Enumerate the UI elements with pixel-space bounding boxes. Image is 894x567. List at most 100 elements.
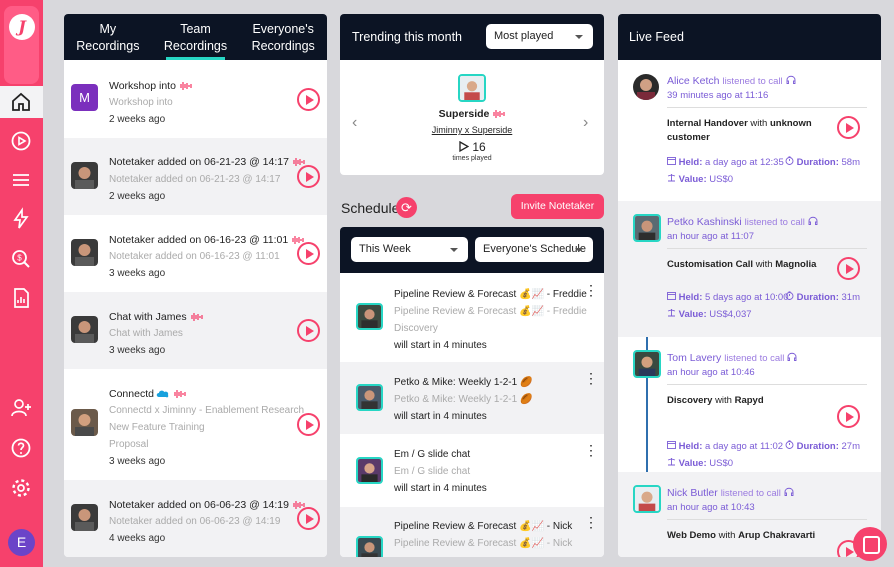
feed-duration: Duration: 58m xyxy=(785,156,860,168)
stopwatch-icon xyxy=(785,440,794,449)
salesforce-cloud-icon xyxy=(156,390,169,398)
invite-notetaker-button[interactable]: Invite Notetaker xyxy=(511,194,604,219)
refresh-icon[interactable]: ⟳ xyxy=(396,197,417,218)
schedule-item-subtitle: Em / G slide chat xyxy=(394,466,471,477)
trending-header: Trending this month Most played xyxy=(340,14,604,60)
recording-avatar xyxy=(71,239,98,266)
more-options-icon[interactable]: ⋮ xyxy=(584,371,598,385)
trending-avatar xyxy=(458,74,486,102)
play-button[interactable] xyxy=(297,507,320,530)
schedule-panel: This Week Everyone's Schedule Pipeline R… xyxy=(340,227,604,557)
recording-subtitle: Proposal xyxy=(109,439,149,450)
sidebar: J $ E xyxy=(0,0,43,567)
feed-duration: Duration: 31m xyxy=(785,291,860,303)
schedule-avatar xyxy=(356,536,383,557)
feed-item[interactable]: Petko Kashinski listened to call an hour… xyxy=(618,201,881,337)
trending-subtitle-link[interactable]: Jiminny x Superside xyxy=(340,125,604,135)
feed-avatar xyxy=(633,214,661,242)
play-button[interactable] xyxy=(837,405,860,428)
recording-item[interactable]: Notetaker added on 06-21-23 @ 14:17 Note… xyxy=(64,138,327,215)
feed-call-title: Discovery with Rapyd xyxy=(667,395,764,406)
gear-icon[interactable] xyxy=(9,476,33,500)
feed-value: Value: US$0 xyxy=(667,173,733,185)
play-button[interactable] xyxy=(297,88,320,111)
headphones-icon xyxy=(787,352,797,361)
feed-item[interactable]: Tom Lavery listened to call an hour ago … xyxy=(618,337,881,472)
feed-item[interactable]: Nick Butler listened to call an hour ago… xyxy=(618,472,881,557)
schedule-header: This Week Everyone's Schedule xyxy=(340,227,604,273)
feed-avatar xyxy=(633,350,661,378)
schedule-scope-select[interactable]: Everyone's Schedule xyxy=(475,237,593,262)
schedule-title: Schedule xyxy=(341,200,400,216)
recording-subtitle: Notetaker added on 06-21-23 @ 14:17 xyxy=(109,174,281,185)
recording-subtitle: New Feature Training xyxy=(109,422,205,433)
home-icon[interactable] xyxy=(9,90,33,114)
trending-filter-select[interactable]: Most played xyxy=(486,24,593,49)
feed-time: 39 minutes ago at 11:16 xyxy=(667,90,769,101)
stopwatch-icon xyxy=(785,291,794,300)
tab-team-recordings[interactable]: Team Recordings xyxy=(152,14,240,60)
play-button[interactable] xyxy=(837,116,860,139)
trending-name: Superside xyxy=(340,108,604,120)
more-options-icon[interactable]: ⋮ xyxy=(584,283,598,297)
play-button[interactable] xyxy=(837,257,860,280)
feed-item[interactable]: Alice Ketch listened to call 39 minutes … xyxy=(618,60,881,201)
recording-item[interactable]: M Workshop into Workshop into 2 weeks ag… xyxy=(64,60,327,138)
chevron-down-icon xyxy=(450,247,458,252)
feed-time: an hour ago at 11:07 xyxy=(667,231,754,242)
schedule-item[interactable]: Pipeline Review & Forecast 💰📈 - Freddie … xyxy=(340,273,604,362)
waveform-icon xyxy=(180,82,192,91)
feed-user-line: Petko Kashinski listened to call xyxy=(667,216,818,228)
more-options-icon[interactable]: ⋮ xyxy=(584,443,598,457)
play-circle-icon[interactable] xyxy=(9,129,33,153)
feed-time: an hour ago at 10:46 xyxy=(667,367,755,378)
more-options-icon[interactable]: ⋮ xyxy=(584,515,598,529)
recording-subtitle: Notetaker added on 06-16-23 @ 11:01 xyxy=(109,251,280,262)
bolt-icon[interactable] xyxy=(9,207,33,231)
recording-title: Notetaker added on 06-06-23 @ 14:19 xyxy=(109,499,305,511)
recording-item[interactable]: Notetaker added on 06-06-23 @ 14:19 Note… xyxy=(64,480,327,557)
feed-divider xyxy=(667,519,867,520)
feed-user-line: Nick Butler listened to call xyxy=(667,487,794,499)
schedule-item[interactable]: Pipeline Review & Forecast 💰📈 - Nick Pip… xyxy=(340,507,604,557)
tab-everyones-recordings[interactable]: Everyone's Recordings xyxy=(239,14,327,60)
help-icon[interactable] xyxy=(9,436,33,460)
svg-text:$: $ xyxy=(17,254,22,263)
play-button[interactable] xyxy=(297,319,320,342)
trending-title: Trending this month xyxy=(352,30,463,44)
feed-divider xyxy=(667,384,867,385)
recording-avatar xyxy=(71,316,98,343)
search-dollar-icon[interactable]: $ xyxy=(9,247,33,271)
live-feed-title: Live Feed xyxy=(629,30,684,44)
live-feed-header: Live Feed xyxy=(618,14,881,60)
tab-my-recordings[interactable]: My Recordings xyxy=(64,14,152,60)
recordings-tabs: My Recordings Team Recordings Everyone's… xyxy=(64,14,327,60)
feed-divider xyxy=(667,248,867,249)
feed-call-title: Customisation Call with Magnolia xyxy=(667,259,817,270)
waveform-icon xyxy=(190,313,203,322)
logo[interactable]: J xyxy=(4,6,39,84)
recording-age: 3 weeks ago xyxy=(109,456,166,467)
trending-played-label: times played xyxy=(452,155,492,162)
stopwatch-icon xyxy=(785,156,794,165)
chat-support-button[interactable] xyxy=(853,527,887,561)
play-button[interactable] xyxy=(297,413,320,436)
headphones-icon xyxy=(784,487,794,496)
user-avatar[interactable]: E xyxy=(8,529,35,556)
schedule-item-start: will start in 4 minutes xyxy=(394,483,487,494)
schedule-item[interactable]: Petko & Mike: Weekly 1-2-1 🏉 Petko & Mik… xyxy=(340,362,604,434)
schedule-item-title: Pipeline Review & Forecast 💰📈 - Freddie xyxy=(394,289,587,300)
recording-item[interactable]: Chat with James Chat with James 3 weeks … xyxy=(64,292,327,369)
recording-subtitle: Chat with James xyxy=(109,328,183,339)
play-button[interactable] xyxy=(297,242,320,265)
recording-item[interactable]: Connectd Connectd x Jiminny - Enablement… xyxy=(64,369,327,480)
menu-icon[interactable] xyxy=(9,168,33,192)
schedule-item-title: Em / G slide chat xyxy=(394,449,471,460)
add-user-icon[interactable] xyxy=(9,396,33,420)
report-icon[interactable] xyxy=(9,286,33,310)
recording-subtitle: Connectd x Jiminny - Enablement Research xyxy=(109,405,305,416)
schedule-item[interactable]: Em / G slide chat Em / G slide chat will… xyxy=(340,434,604,507)
play-button[interactable] xyxy=(297,165,320,188)
schedule-period-select[interactable]: This Week xyxy=(351,237,468,262)
recording-item[interactable]: Notetaker added on 06-16-23 @ 11:01 Note… xyxy=(64,215,327,292)
